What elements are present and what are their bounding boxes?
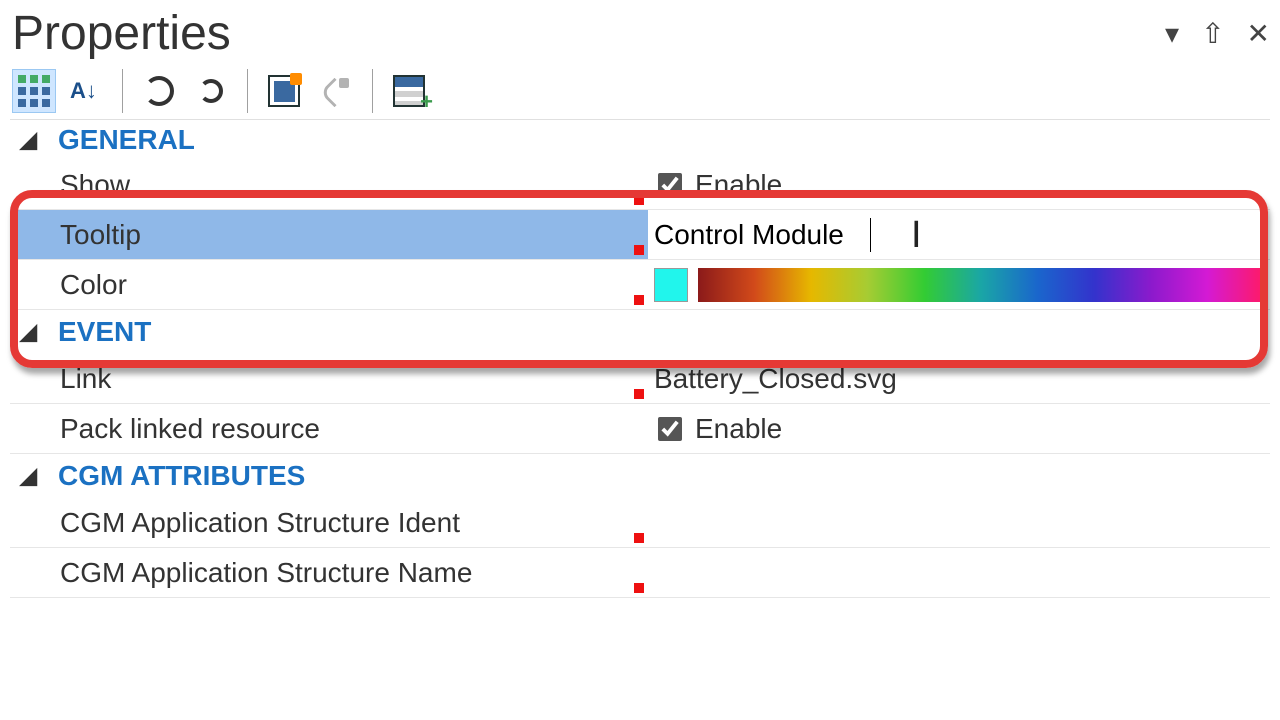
collapse-icon[interactable]: ◢ (20, 319, 37, 345)
property-pack-label: Pack linked resource (60, 413, 320, 445)
eyedropper-button[interactable] (314, 69, 358, 113)
refresh-icon (199, 79, 223, 103)
pack-checkbox-input[interactable] (658, 417, 682, 441)
property-color-label: Color (60, 269, 127, 301)
pack-enable-label: Enable (695, 413, 782, 445)
category-general-label: GENERAL (58, 124, 195, 156)
events-button[interactable] (262, 69, 306, 113)
titlebar: Properties ▾ ⇧ ✕ (10, 4, 1270, 69)
refresh-button[interactable] (189, 69, 233, 113)
color-spectrum-picker[interactable] (698, 268, 1264, 302)
color-swatch[interactable] (654, 268, 688, 302)
property-color[interactable]: Color (10, 260, 1270, 310)
add-property-button[interactable] (387, 69, 431, 113)
show-enable-checkbox[interactable]: Enable (654, 169, 782, 201)
categorized-icon (18, 75, 50, 107)
collapse-icon[interactable]: ◢ (20, 463, 37, 489)
window-options-icon[interactable]: ▾ (1165, 17, 1179, 50)
window-controls: ▾ ⇧ ✕ (1165, 17, 1270, 50)
sort-alpha-icon: A (70, 80, 102, 102)
property-cgm-ident[interactable]: CGM Application Structure Ident (10, 498, 1270, 548)
panel-title: Properties (12, 6, 231, 61)
category-event-label: EVENT (58, 316, 151, 348)
property-tooltip[interactable]: Tooltip I (10, 210, 1270, 260)
category-cgm-header[interactable]: ◢ CGM ATTRIBUTES (10, 454, 1270, 498)
property-show-label: Show (60, 169, 130, 201)
anim-marker-icon[interactable] (634, 295, 644, 305)
property-cgm-ident-label: CGM Application Structure Ident (60, 507, 460, 539)
toolbar-separator (247, 69, 248, 113)
eyedropper-icon (321, 76, 351, 106)
text-caret (870, 218, 871, 252)
property-link[interactable]: Link Battery_Closed.svg (10, 354, 1270, 404)
property-tooltip-label: Tooltip (60, 219, 141, 251)
property-pack-linked[interactable]: Pack linked resource Enable (10, 404, 1270, 454)
toolbar-separator (372, 69, 373, 113)
category-cgm-label: CGM ATTRIBUTES (58, 460, 305, 492)
anim-marker-icon[interactable] (634, 389, 644, 399)
anim-marker-icon[interactable] (634, 195, 644, 205)
pin-icon[interactable]: ⇧ (1201, 17, 1224, 50)
category-general-header[interactable]: ◢ GENERAL (10, 120, 1270, 160)
link-value[interactable]: Battery_Closed.svg (654, 363, 897, 395)
show-checkbox-input[interactable] (658, 173, 682, 197)
pack-enable-checkbox[interactable]: Enable (654, 413, 782, 445)
anim-marker-icon[interactable] (634, 245, 644, 255)
categorized-button[interactable] (12, 69, 56, 113)
property-show[interactable]: Show Enable (10, 160, 1270, 210)
tooltip-input[interactable] (654, 219, 864, 251)
refresh-linked-button[interactable] (137, 69, 181, 113)
toolbar-separator (122, 69, 123, 113)
anim-marker-icon[interactable] (634, 583, 644, 593)
text-cursor-icon: I (911, 216, 922, 254)
show-enable-label: Enable (695, 169, 782, 201)
toolbar: A (10, 69, 1270, 119)
anim-marker-icon[interactable] (634, 533, 644, 543)
sort-alpha-button[interactable]: A (64, 69, 108, 113)
category-event-header[interactable]: ◢ EVENT (10, 310, 1270, 354)
collapse-icon[interactable]: ◢ (20, 127, 37, 153)
close-icon[interactable]: ✕ (1247, 17, 1270, 50)
property-cgm-name[interactable]: CGM Application Structure Name (10, 548, 1270, 598)
property-link-label: Link (60, 363, 111, 395)
events-icon (268, 75, 300, 107)
properties-panel: Properties ▾ ⇧ ✕ A ◢ GENERAL Show (0, 0, 1280, 598)
refresh-linked-icon (144, 76, 174, 106)
property-cgm-name-label: CGM Application Structure Name (60, 557, 472, 589)
property-grid: ◢ GENERAL Show Enable Tooltip (10, 119, 1270, 598)
add-property-icon (393, 75, 425, 107)
